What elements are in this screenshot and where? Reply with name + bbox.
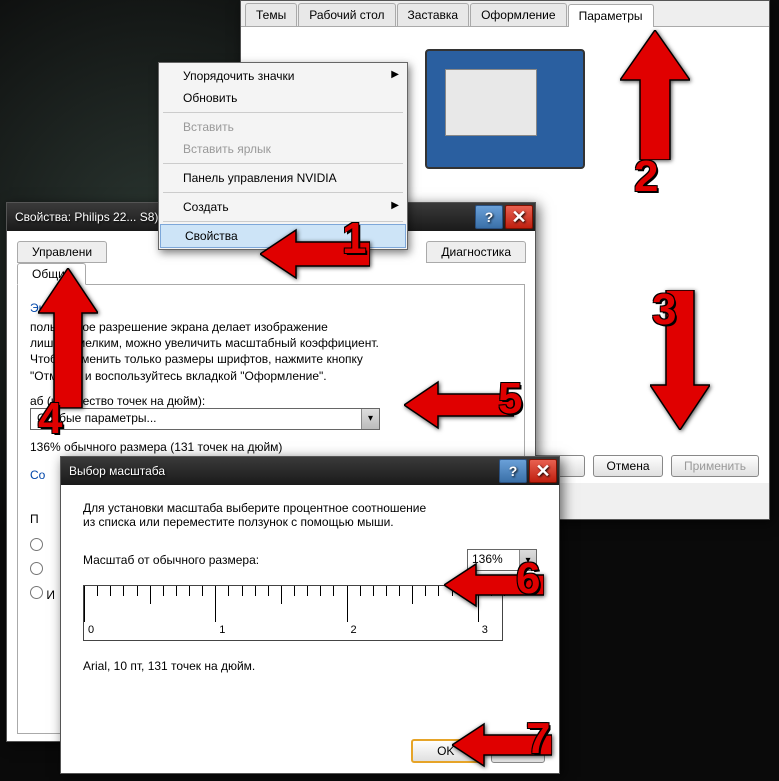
cancel-button[interactable]: Отмена — [593, 455, 663, 477]
scale-title-text: Выбор масштаба — [69, 464, 165, 478]
tab-diagnostics[interactable]: Диагностика — [426, 241, 526, 263]
help-icon[interactable]: ? — [499, 459, 527, 483]
compat-radio-2[interactable] — [30, 562, 43, 575]
monitor-preview[interactable] — [425, 49, 585, 169]
annotation-number-4: 4 — [38, 394, 62, 444]
dpi-result-text: 136% обычного размера (131 точек на дюйм… — [30, 440, 512, 454]
annotation-number-6: 6 — [516, 554, 540, 604]
ruler-label: 2 — [351, 624, 357, 636]
cm-separator — [163, 112, 403, 113]
ruler-label: 3 — [482, 624, 488, 636]
dpi-dropdown[interactable]: Особые параметры... ▾ — [30, 408, 380, 430]
annotation-arrow-2 — [620, 30, 690, 160]
tab-desktop[interactable]: Рабочий стол — [298, 3, 395, 26]
cm-separator — [163, 163, 403, 164]
tab-screensaver[interactable]: Заставка — [397, 3, 470, 26]
tab-themes[interactable]: Темы — [245, 3, 297, 26]
annotation-number-7: 7 — [526, 714, 550, 764]
cm-arrange-icons[interactable]: Упорядочить значки▶ — [159, 65, 407, 87]
annotation-number-2: 2 — [634, 152, 658, 202]
close-icon[interactable]: ✕ — [505, 205, 533, 229]
scale-from-label: Масштаб от обычного размера: — [83, 553, 259, 567]
cm-refresh[interactable]: Обновить — [159, 87, 407, 109]
screen-group-label: Эк — [30, 301, 512, 315]
scale-titlebar[interactable]: Выбор масштаба ? ✕ — [61, 457, 559, 485]
cm-nvidia-panel[interactable]: Панель управления NVIDIA — [159, 167, 407, 189]
scale-instructions: Для установки масштаба выберите процентн… — [83, 501, 537, 529]
tab-settings[interactable]: Параметры — [568, 4, 654, 27]
help-icon[interactable]: ? — [475, 205, 503, 229]
annotation-number-5: 5 — [498, 374, 522, 424]
chevron-down-icon[interactable]: ▾ — [361, 409, 379, 429]
tab-appearance[interactable]: Оформление — [470, 3, 566, 26]
cm-paste: Вставить — [159, 116, 407, 138]
cm-separator — [163, 221, 403, 222]
compat-radio-3[interactable] — [30, 586, 43, 599]
desktop-context-menu: Упорядочить значки▶ Обновить Вставить Вс… — [158, 62, 408, 250]
cm-separator — [163, 192, 403, 193]
submenu-arrow-icon: ▶ — [391, 200, 399, 211]
annotation-arrow-4 — [38, 268, 98, 408]
annotation-number-3: 3 — [652, 285, 676, 335]
close-icon[interactable]: ✕ — [529, 459, 557, 483]
cm-new[interactable]: Создать▶ — [159, 196, 407, 218]
ruler-label: 0 — [88, 624, 94, 636]
annotation-number-1: 1 — [342, 214, 366, 264]
submenu-arrow-icon: ▶ — [391, 69, 399, 80]
font-sample-text: Arial, 10 пт, 131 точек на дюйм. — [83, 659, 537, 673]
ruler-label: 1 — [219, 624, 225, 636]
tab-management[interactable]: Управлени — [17, 241, 107, 263]
apply-button[interactable]: Применить — [671, 455, 759, 477]
dpi-info-text: пользуемое разрешение экрана делает изоб… — [30, 319, 512, 384]
compat-radio-1[interactable] — [30, 538, 43, 551]
cm-paste-shortcut: Вставить ярлык — [159, 138, 407, 160]
display-tabs: Темы Рабочий стол Заставка Оформление Па… — [241, 1, 769, 27]
scale-ruler[interactable]: 0 1 2 3 — [83, 585, 503, 641]
